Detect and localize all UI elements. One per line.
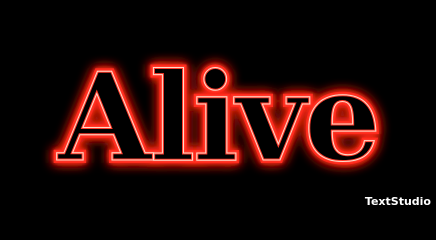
wordmark-inner-line: Alive [57, 45, 379, 189]
watermark: TextStudio [364, 195, 431, 208]
neon-wordmark: Alive Alive Alive [54, 42, 385, 192]
neon-text-image: Alive Alive Alive TextStudio [0, 0, 436, 211]
